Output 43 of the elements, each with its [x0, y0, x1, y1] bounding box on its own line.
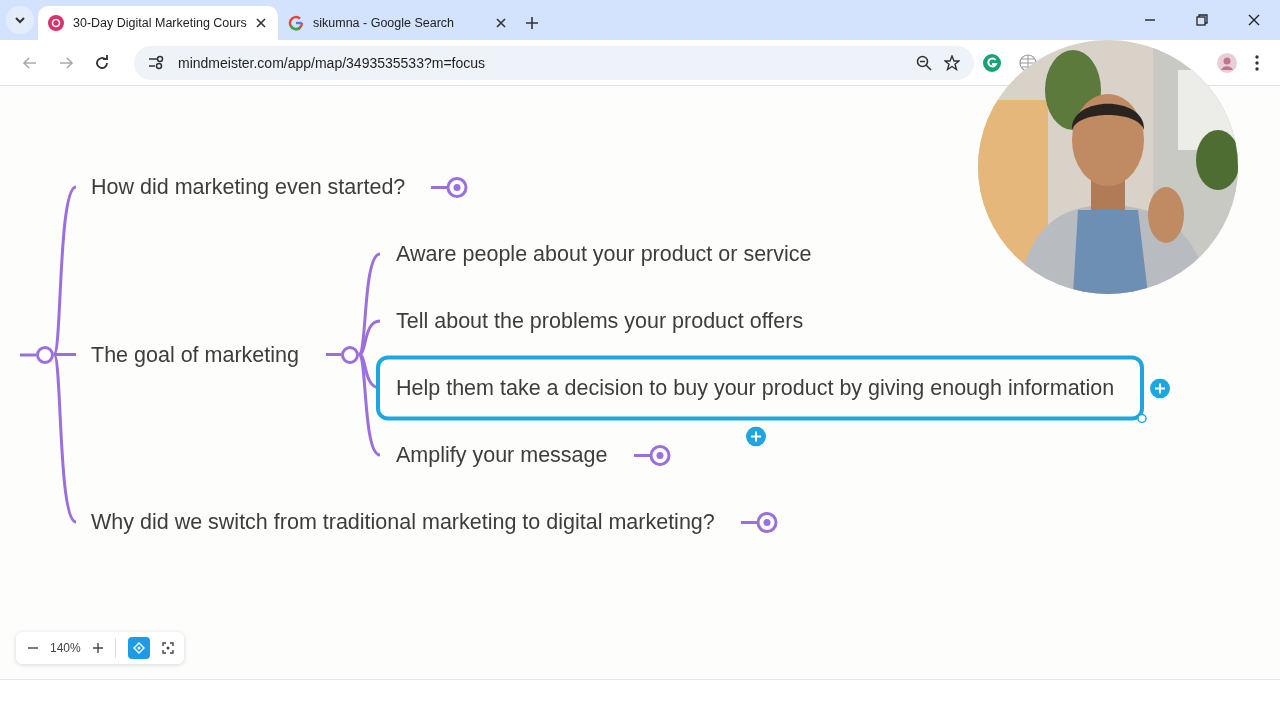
app-favicon-icon [48, 15, 64, 31]
resize-handle[interactable] [1137, 413, 1148, 424]
topic-node[interactable]: How did marketing even started? [71, 154, 436, 220]
menu-icon[interactable] [1255, 54, 1259, 71]
chevron-down-icon [14, 16, 26, 24]
fit-screen-icon[interactable] [161, 642, 174, 654]
topic-node[interactable]: Aware people about your product or service [376, 221, 842, 287]
star-icon[interactable] [944, 54, 960, 71]
forward-arrow-icon[interactable] [58, 54, 74, 71]
browser-tab[interactable]: sikumna - Google Search [278, 6, 518, 40]
close-icon[interactable] [496, 18, 506, 28]
zoom-in-icon[interactable] [92, 643, 103, 653]
url-text: mindmeister.com/app/map/3493535533?m=focus [178, 54, 485, 71]
topic-knob[interactable] [341, 345, 359, 364]
add-topic-icon[interactable] [746, 426, 767, 447]
reload-icon[interactable] [94, 54, 110, 71]
expand-knob[interactable] [633, 444, 672, 466]
topic-node[interactable]: Tell about the problems your product offers [376, 288, 834, 354]
profile-avatar-icon[interactable] [1217, 52, 1237, 73]
topic-node[interactable]: Amplify your message [376, 422, 638, 488]
site-info-icon[interactable] [148, 54, 166, 71]
browser-tab[interactable]: 30-Day Digital Marketing Cours [38, 6, 278, 40]
close-icon[interactable] [256, 18, 266, 28]
add-topic-icon[interactable] [1150, 378, 1171, 398]
topic-node[interactable]: The goal of marketing [71, 322, 329, 387]
topic-node[interactable]: Why did we switch from traditional marketing to digital marketing? [71, 489, 745, 555]
tab-title: sikumna - Google Search [313, 16, 456, 30]
address-bar[interactable]: mindmeister.com/app/map/3493535533?m=focus [134, 45, 974, 80]
search-favicon-icon [288, 15, 304, 31]
root-knob[interactable] [36, 345, 54, 364]
extension-icon[interactable] [983, 53, 1001, 72]
expand-knob[interactable] [740, 511, 779, 533]
zoom-out-icon[interactable] [916, 54, 932, 71]
close-icon[interactable] [1248, 14, 1260, 26]
new-tab-icon[interactable] [526, 17, 538, 29]
back-arrow-icon[interactable] [22, 54, 38, 71]
zoom-level: 140% [50, 641, 81, 655]
expand-knob[interactable] [431, 176, 470, 198]
restore-icon[interactable] [1196, 14, 1208, 26]
tab-title: 30-Day Digital Marketing Cours [73, 16, 247, 30]
tab-search-button[interactable] [6, 6, 34, 34]
focus-mode-button[interactable] [127, 637, 150, 659]
focus-icon [132, 642, 145, 654]
